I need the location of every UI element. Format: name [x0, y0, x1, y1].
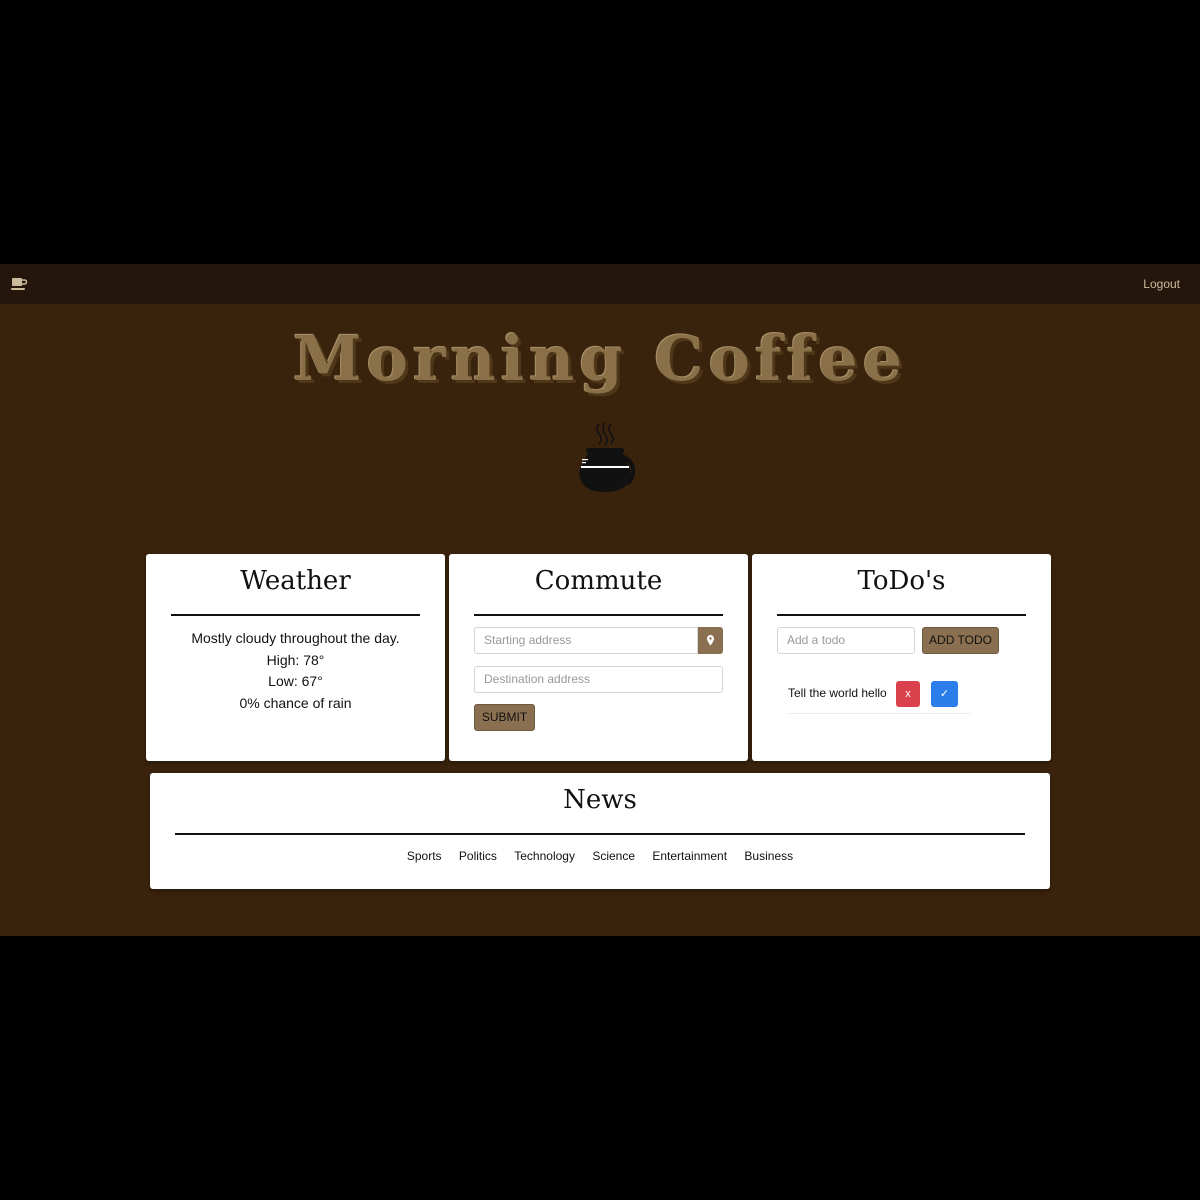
weather-forecast: Mostly cloudy throughout the day. High: …: [146, 628, 445, 714]
add-todo-button[interactable]: ADD TODO: [922, 627, 999, 654]
divider: [175, 833, 1025, 835]
coffee-pot-icon: [579, 422, 636, 492]
logout-link[interactable]: Logout: [1143, 277, 1180, 291]
divider: [777, 614, 1026, 616]
complete-todo-button[interactable]: ✓: [931, 681, 958, 707]
commute-title: Commute: [534, 566, 663, 596]
map-pin-icon: [707, 635, 714, 646]
add-todo-input[interactable]: Add a todo: [777, 627, 915, 654]
locate-button[interactable]: [698, 627, 723, 654]
news-card: News Sports Politics Technology Science …: [150, 773, 1050, 889]
weather-title: Weather: [240, 566, 351, 596]
news-category-technology[interactable]: Technology: [514, 849, 575, 863]
news-title: News: [563, 785, 637, 815]
weather-low: Low: 67°: [268, 673, 323, 689]
weather-summary: Mostly cloudy throughout the day.: [191, 630, 400, 646]
todo-text: Tell the world hello: [788, 686, 887, 700]
todo-item: Tell the world hello x ✓: [788, 680, 971, 714]
news-category-business[interactable]: Business: [744, 849, 793, 863]
starting-address-input[interactable]: Starting address: [474, 627, 698, 654]
todo-card: ToDo's Add a todo ADD TODO Tell the worl…: [752, 554, 1051, 761]
page-title: Morning Coffee: [292, 322, 908, 395]
app-root: Logout Morning Coffee Weather Mostly clo…: [0, 264, 1200, 936]
weather-card: Weather Mostly cloudy throughout the day…: [146, 554, 445, 761]
weather-high: High: 78°: [266, 651, 325, 668]
divider: [474, 614, 723, 616]
destination-address-input[interactable]: Destination address: [474, 666, 723, 693]
news-category-entertainment[interactable]: Entertainment: [652, 849, 727, 863]
news-categories: Sports Politics Technology Science Enter…: [150, 849, 1050, 863]
weather-rain: 0% chance of rain: [239, 694, 352, 711]
submit-button[interactable]: SUBMIT: [474, 704, 535, 731]
news-category-politics[interactable]: Politics: [459, 849, 497, 863]
coffee-cup-icon[interactable]: [10, 277, 28, 291]
delete-todo-button[interactable]: x: [896, 681, 920, 707]
todo-title: ToDo's: [857, 566, 946, 596]
divider: [171, 614, 420, 616]
navbar: Logout: [0, 264, 1200, 304]
news-category-sports[interactable]: Sports: [407, 849, 442, 863]
news-category-science[interactable]: Science: [592, 849, 635, 863]
commute-card: Commute Starting address Destination add…: [449, 554, 748, 761]
